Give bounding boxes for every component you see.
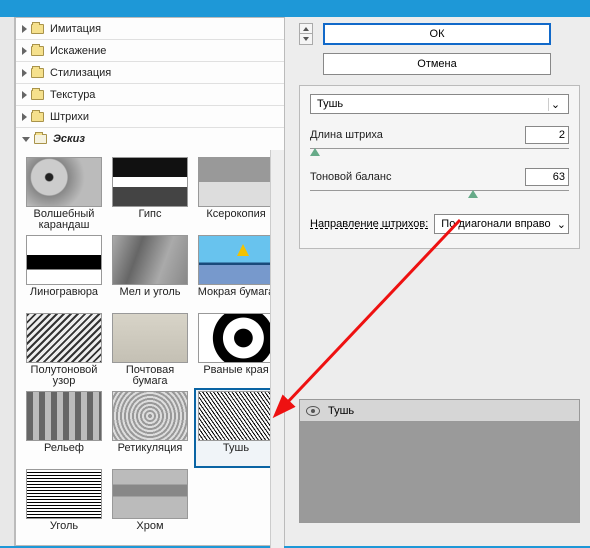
filter-step-buttons — [299, 23, 313, 45]
step-up-button[interactable] — [299, 23, 313, 34]
thumbnail-image — [26, 391, 102, 441]
direction-select[interactable]: По диагонали вправо ⌄ — [434, 214, 569, 234]
thumbnail-label: Волшебный карандаш — [25, 209, 103, 231]
category-row[interactable]: Эскиз — [16, 128, 284, 150]
stack-layer-name: Тушь — [328, 405, 354, 417]
filter-categories-panel: Имитация Искажение Стилизация Текстура Штрих… — [15, 17, 285, 546]
thumbnail-image — [26, 469, 102, 519]
stack-body[interactable] — [300, 422, 579, 522]
thumbnail-label: Рельеф — [44, 443, 84, 465]
slider-thumb[interactable] — [468, 190, 478, 198]
tone-balance-input[interactable] — [525, 168, 569, 186]
thumbnail-label: Линогравюра — [30, 287, 98, 309]
folder-icon — [31, 24, 44, 34]
filter-thumbnail[interactable]: Мокрая бумага — [196, 234, 270, 310]
thumbnail-label: Полутоновой узор — [25, 365, 103, 387]
thumbnail-image — [198, 157, 270, 207]
filter-thumbnail[interactable]: Гипс — [110, 156, 190, 232]
thumbnail-label: Мокрая бумага — [198, 287, 270, 309]
stroke-length-slider[interactable] — [310, 148, 569, 156]
thumbnail-image — [26, 313, 102, 363]
disclosure-triangle-icon — [22, 69, 27, 77]
thumbnail-image — [198, 391, 270, 441]
cancel-button[interactable]: Отмена — [323, 53, 551, 75]
thumbnail-label: Мел и уголь — [119, 287, 180, 309]
filter-thumbnail[interactable]: Ксерокопия — [196, 156, 270, 232]
category-row[interactable]: Имитация — [16, 18, 284, 40]
folder-icon — [31, 46, 44, 56]
thumbnail-label: Почтовая бумага — [111, 365, 189, 387]
ok-label: ОК — [430, 28, 445, 40]
filter-thumbnail[interactable]: Мел и уголь — [110, 234, 190, 310]
filter-thumbnail[interactable]: Почтовая бумага — [110, 312, 190, 388]
thumbnail-label: Тушь — [223, 443, 249, 465]
filter-thumbnail[interactable]: Хром — [110, 468, 190, 544]
disclosure-triangle-icon — [22, 91, 27, 99]
category-label: Стилизация — [50, 67, 111, 79]
stroke-length-label: Длина штриха — [310, 129, 383, 141]
disclosure-triangle-icon — [22, 137, 30, 142]
thumbnail-label: Рваные края — [203, 365, 268, 387]
thumbnail-label: Ретикуляция — [118, 443, 183, 465]
slider-thumb[interactable] — [310, 148, 320, 156]
thumbnail-image — [112, 313, 188, 363]
settings-panel: ОК Отмена Тушь ⌄ Длина штриха — [291, 17, 590, 546]
category-row[interactable]: Штрихи — [16, 106, 284, 128]
thumbnail-image — [198, 235, 270, 285]
category-label: Штрихи — [50, 111, 89, 123]
category-label: Имитация — [50, 23, 101, 35]
thumbnail-label: Уголь — [50, 521, 78, 543]
thumbnail-image — [112, 469, 188, 519]
thumbnail-image — [112, 391, 188, 441]
category-label: Искажение — [50, 45, 106, 57]
filter-thumbnail[interactable]: Рваные края — [196, 312, 270, 388]
filter-select-value: Тушь — [317, 98, 343, 110]
filter-thumbnail[interactable]: Линогравюра — [24, 234, 104, 310]
effect-stack-panel: Тушь — [299, 399, 580, 523]
category-row[interactable]: Искажение — [16, 40, 284, 62]
folder-icon — [31, 68, 44, 78]
category-label: Эскиз — [53, 133, 85, 145]
thumbnail-label: Гипс — [139, 209, 162, 231]
filter-thumbnail[interactable]: Волшебный карандаш — [24, 156, 104, 232]
eye-icon[interactable] — [306, 406, 320, 416]
thumbnail-image — [26, 157, 102, 207]
category-row[interactable]: Текстура — [16, 84, 284, 106]
chevron-up-icon — [303, 27, 309, 31]
thumbnail-image — [112, 235, 188, 285]
step-down-button[interactable] — [299, 34, 313, 45]
direction-value: По диагонали вправо — [441, 218, 550, 230]
stroke-length-input[interactable] — [525, 126, 569, 144]
filter-thumbnail[interactable]: Полутоновой узор — [24, 312, 104, 388]
thumbnail-label: Хром — [136, 521, 163, 543]
folder-icon — [34, 134, 47, 144]
ok-button[interactable]: ОК — [323, 23, 551, 45]
category-row[interactable]: Стилизация — [16, 62, 284, 84]
thumbnail-image — [26, 235, 102, 285]
chevron-down-icon — [303, 37, 309, 41]
filter-select[interactable]: Тушь ⌄ — [310, 94, 569, 114]
category-label: Текстура — [50, 89, 95, 101]
filter-thumbnail[interactable]: Ретикуляция — [110, 390, 190, 466]
disclosure-triangle-icon — [22, 25, 27, 33]
filter-thumbnail[interactable]: Уголь — [24, 468, 104, 544]
thumbnail-image — [198, 313, 270, 363]
folder-icon — [31, 112, 44, 122]
filter-thumbnail[interactable]: Рельеф — [24, 390, 104, 466]
disclosure-triangle-icon — [22, 47, 27, 55]
tone-balance-slider[interactable] — [310, 190, 569, 198]
folder-icon — [31, 90, 44, 100]
chevron-down-icon: ⌄ — [557, 218, 566, 231]
filter-thumbnail[interactable]: Тушь — [196, 390, 270, 466]
direction-label: Направление штрихов: — [310, 218, 428, 230]
tone-balance-label: Тоновой баланс — [310, 171, 392, 183]
thumbnail-label: Ксерокопия — [206, 209, 265, 231]
scrollbar[interactable] — [270, 150, 284, 548]
chevron-down-icon: ⌄ — [548, 98, 562, 111]
disclosure-triangle-icon — [22, 113, 27, 121]
cancel-label: Отмена — [417, 58, 456, 70]
left-edge-bar — [0, 17, 15, 546]
thumbnail-image — [112, 157, 188, 207]
